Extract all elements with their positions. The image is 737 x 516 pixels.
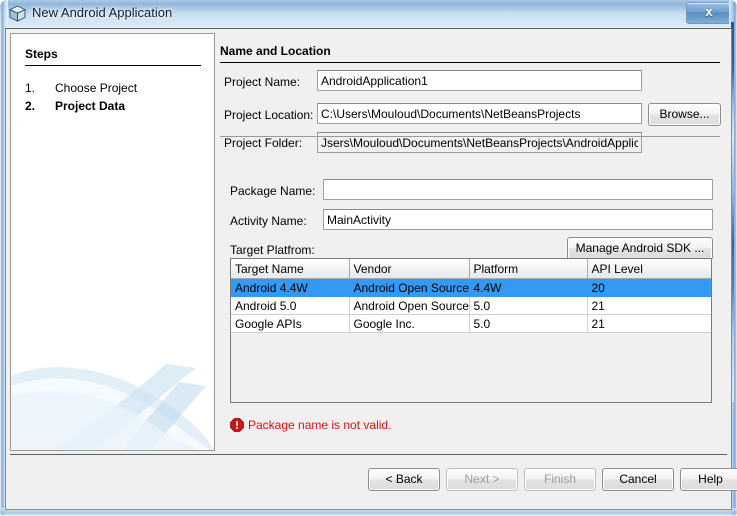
close-button[interactable]: x — [686, 2, 732, 24]
back-button[interactable]: < Back — [368, 468, 440, 491]
column-header-platform[interactable]: Platform — [469, 259, 588, 279]
package-name-label: Package Name: — [230, 184, 316, 198]
project-name-label: Project Name: — [224, 75, 301, 89]
cancel-button[interactable]: Cancel — [602, 468, 674, 491]
table-row[interactable]: Google APIs Google Inc. 5.0 21 — [231, 314, 711, 333]
column-header-vendor[interactable]: Vendor — [349, 259, 470, 279]
package-name-input[interactable] — [323, 179, 713, 200]
next-button[interactable]: Next > — [446, 468, 518, 491]
cell-vendor: Android Open Source... — [349, 296, 470, 315]
cell-target-name: Google APIs — [231, 314, 350, 333]
activity-name-input[interactable] — [323, 209, 713, 230]
error-message: Package name is not valid. — [248, 418, 392, 432]
cell-api-level: 20 — [587, 278, 711, 297]
dialog-button-bar: < Back Next > Finish Cancel Help — [10, 454, 737, 505]
manage-android-sdk-button[interactable]: Manage Android SDK ... — [567, 237, 713, 260]
cell-vendor: Google Inc. — [349, 314, 470, 333]
step-label: Choose Project — [55, 81, 138, 95]
step-label: Project Data — [55, 99, 126, 113]
steps-divider — [25, 65, 201, 66]
step-number: 1. — [25, 81, 36, 95]
section-divider — [220, 136, 720, 137]
column-header-api-level[interactable]: API Level — [587, 259, 711, 279]
target-platform-label: Target Platfrom: — [230, 243, 315, 257]
project-folder-label: Project Folder: — [224, 136, 303, 150]
cell-platform: 5.0 — [469, 314, 588, 333]
cell-api-level: 21 — [587, 296, 711, 315]
page-title-divider — [220, 62, 720, 63]
target-platform-table[interactable]: Target Name Vendor Platform API Level An… — [230, 258, 712, 403]
decorative-swoosh-graphic — [11, 364, 214, 450]
title-bar[interactable]: New Android Application x — [0, 0, 737, 28]
table-row[interactable]: Android 5.0 Android Open Source... 5.0 2… — [231, 296, 711, 315]
finish-button[interactable]: Finish — [524, 468, 596, 491]
error-octagon-icon — [230, 418, 244, 432]
window-title: New Android Application — [32, 5, 173, 20]
table-row[interactable]: Android 4.4W Android Open Source... 4.4W… — [231, 278, 711, 297]
dialog-client-area: Steps 1. Choose Project 2. Project Data … — [5, 28, 737, 510]
project-location-input[interactable] — [317, 103, 642, 124]
steps-heading: Steps — [25, 47, 58, 61]
content-panel: Name and Location Project Name: Project … — [216, 33, 726, 449]
cell-platform: 5.0 — [469, 296, 588, 315]
help-button[interactable]: Help — [680, 468, 737, 491]
dialog-window: New Android Application x Steps 1. Choos… — [0, 0, 737, 516]
step-number: 2. — [25, 99, 36, 113]
cell-platform: 4.4W — [469, 278, 588, 297]
page-title: Name and Location — [220, 44, 331, 58]
project-name-input[interactable] — [317, 70, 642, 91]
project-location-label: Project Location: — [224, 108, 314, 122]
cell-target-name: Android 5.0 — [231, 296, 350, 315]
target-table: Target Name Vendor Platform API Level An… — [231, 259, 711, 333]
cube-icon — [9, 5, 26, 22]
table-header-row: Target Name Vendor Platform API Level — [231, 259, 711, 279]
cell-vendor: Android Open Source... — [349, 278, 470, 297]
close-icon: x — [705, 4, 713, 19]
cell-target-name: Android 4.4W — [231, 278, 350, 297]
activity-name-label: Activity Name: — [230, 214, 307, 228]
column-header-target-name[interactable]: Target Name — [231, 259, 350, 279]
browse-button[interactable]: Browse... — [648, 103, 721, 126]
steps-panel: Steps 1. Choose Project 2. Project Data — [10, 33, 215, 451]
cell-api-level: 21 — [587, 314, 711, 333]
